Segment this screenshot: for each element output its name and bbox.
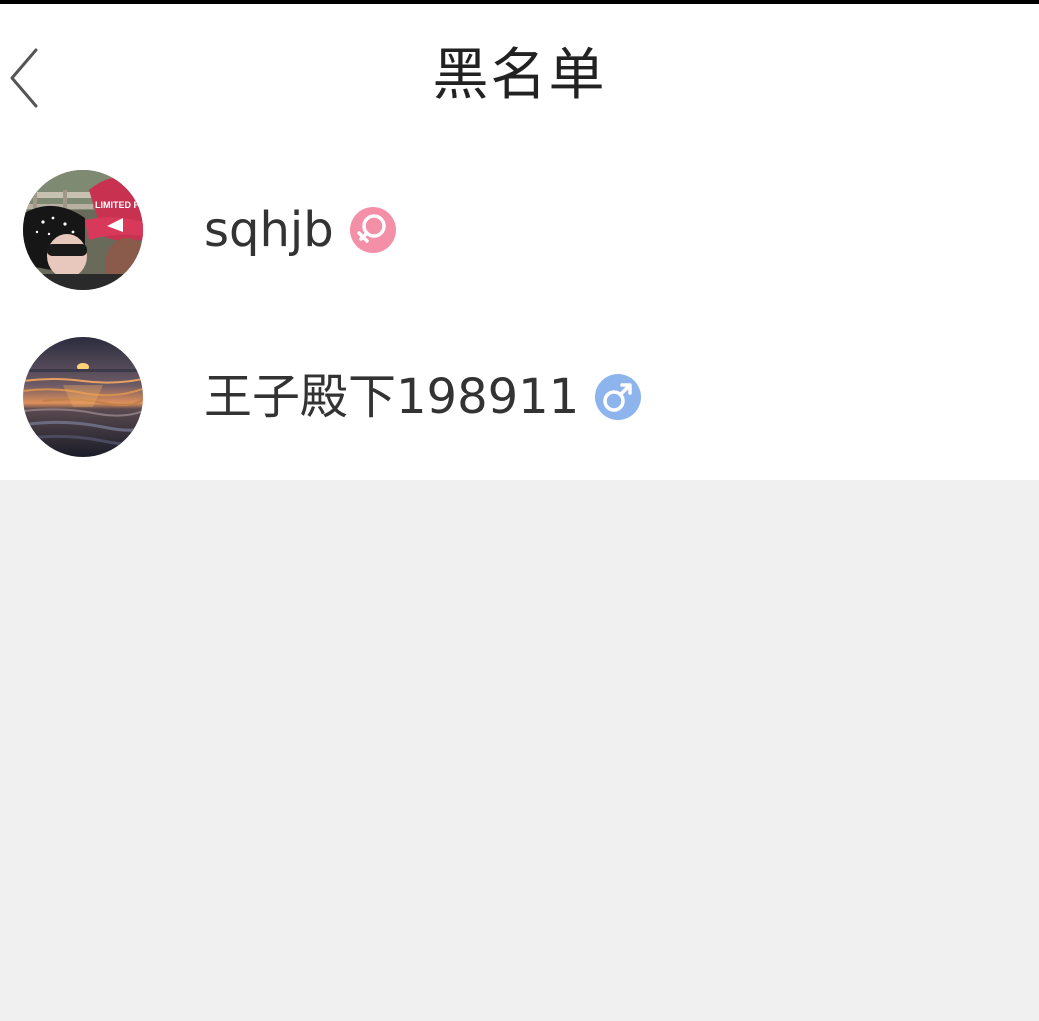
avatar[interactable]: LIMITED P — [23, 170, 143, 290]
avatar[interactable] — [23, 337, 143, 457]
avatar-photo-selfie: LIMITED P — [23, 170, 143, 290]
page-title: 黑名单 — [432, 43, 607, 108]
list-item[interactable]: 王子殿下198911 — [0, 310, 1039, 480]
avatar-photo-sunset — [23, 337, 143, 457]
female-icon — [349, 207, 396, 253]
username: 王子殿下198911 — [204, 369, 580, 425]
list-item[interactable]: LIMITED P sqhjb — [0, 142, 1039, 310]
username-row: 王子殿下198911 — [204, 367, 642, 427]
username: sqhjb — [204, 202, 334, 258]
blacklist-list: LIMITED P sqhjb 王子殿下198911 — [0, 142, 1039, 480]
avatar-cap-text: LIMITED P — [95, 200, 140, 210]
male-icon — [595, 374, 642, 420]
navigation-bar: 黑名单 — [0, 4, 1039, 142]
username-row: sqhjb — [204, 200, 396, 260]
